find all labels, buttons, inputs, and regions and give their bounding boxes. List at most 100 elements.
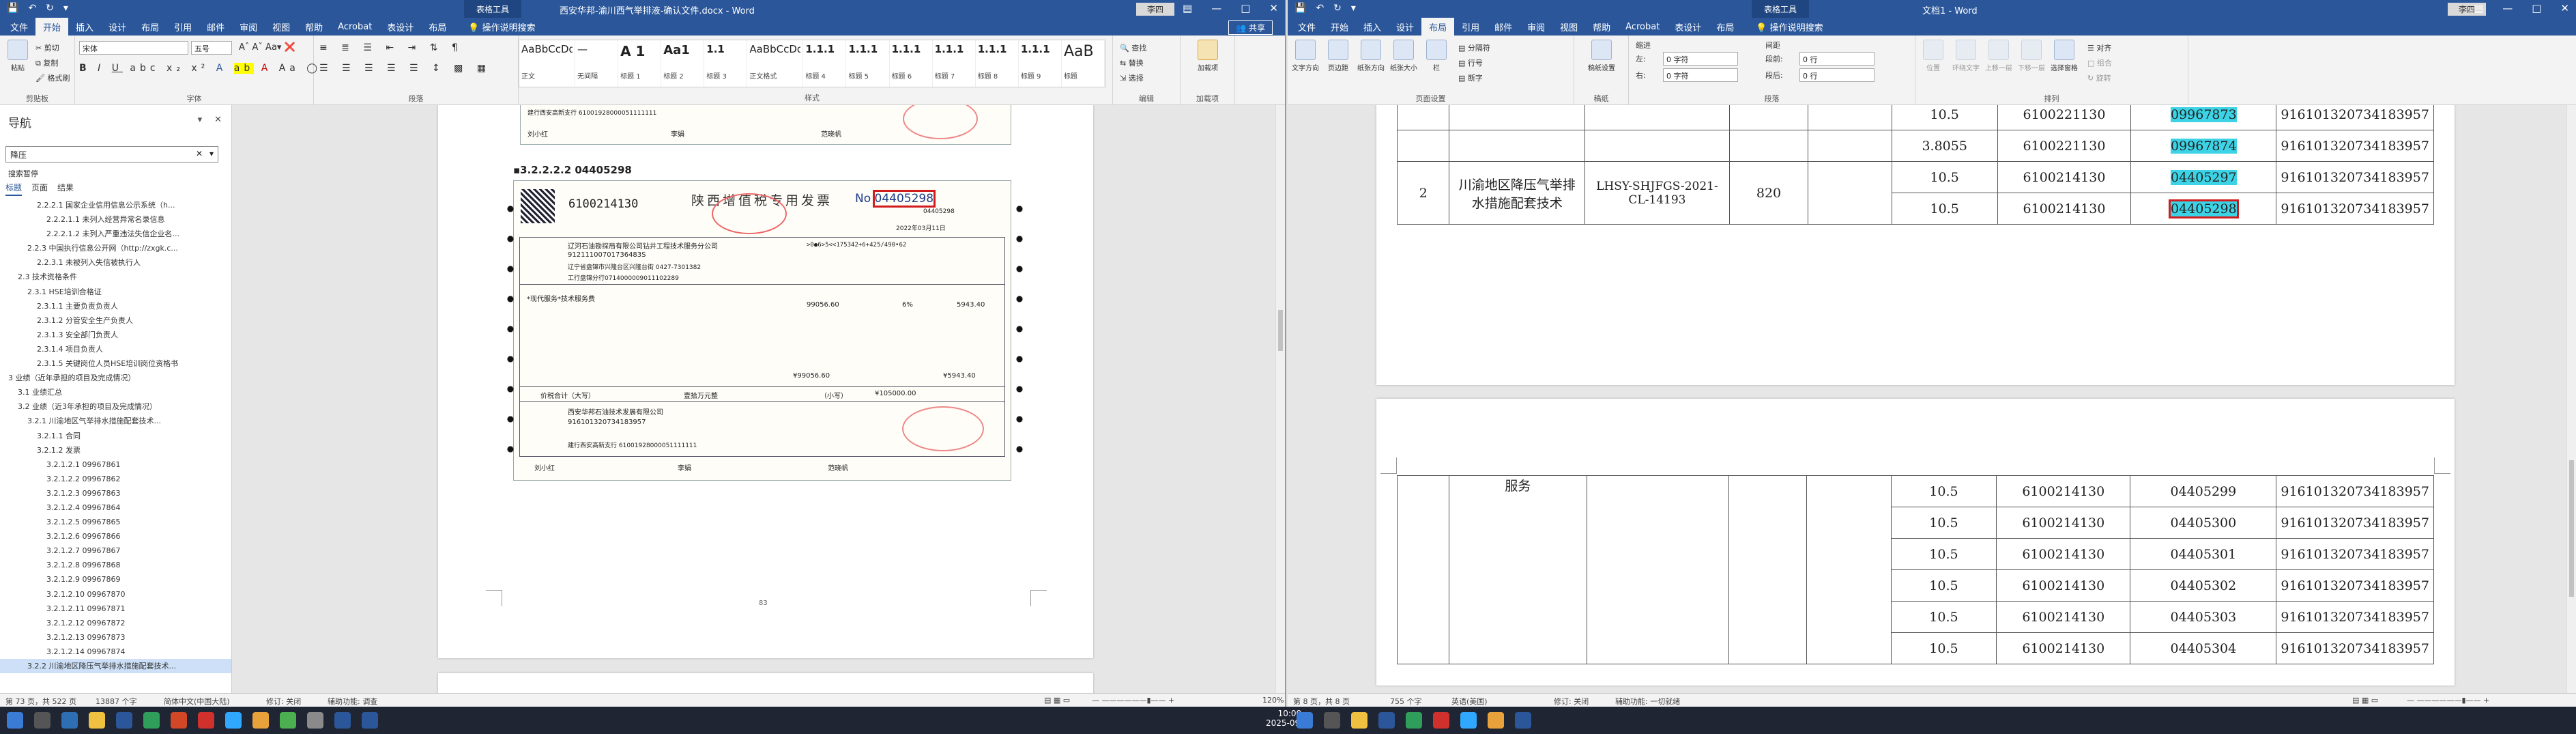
cell-invoice-code[interactable]: 6100214130 [1997,161,2132,193]
style-item[interactable]: AaBbCcDd 正文 [519,40,575,87]
zoom-slider[interactable]: — ——————▮—— + [2407,696,2489,705]
nav-heading-item[interactable]: 3.2.1.2.9 09967869 [0,572,231,587]
tab-mailings[interactable]: 邮件 [199,18,232,36]
grow-font-button[interactable]: Aˆ Aˇ Aa▾ ❌ [239,42,295,53]
share-button[interactable]: 👥 共享 [1228,20,1273,35]
scroll-thumb[interactable] [1278,310,1283,351]
spacing-before-input[interactable]: 0 行 [1799,52,1875,66]
tab-table-layout[interactable]: 布局 [421,18,454,36]
undo-icon[interactable]: ↶ [1316,3,1324,14]
send-backward-button[interactable]: 下移一层 [2016,40,2046,72]
cell-tax-id[interactable]: 916101320734183957 [2276,569,2434,602]
nav-heading-item[interactable]: 3.2.1.2.1 09967861 [0,457,231,472]
tab-layout[interactable]: 布局 [1421,17,1455,36]
nav-heading-item[interactable]: 3.2.1.2.14 09967874 [0,645,231,659]
save-icon[interactable]: 💾 [1294,3,1306,14]
cell-project-cont[interactable]: 服务 [1449,475,1587,664]
browser-icon[interactable] [252,712,269,729]
language[interactable]: 英语(美国) [1451,696,1488,707]
ribbon-display-icon[interactable]: ▤ [1183,2,1192,14]
cell-invoice-code[interactable]: 6100221130 [1997,105,2132,130]
language[interactable]: 简体中文(中国大陆) [164,696,230,707]
tab-insert[interactable]: 插入 [1356,18,1389,36]
tab-references[interactable]: 引用 [167,18,199,36]
group-button[interactable]: □ 组合 [2087,57,2112,68]
tab-insert[interactable]: 插入 [68,18,101,36]
cell-invoice-code[interactable]: 6100214130 [1996,601,2131,633]
style-item[interactable]: 1.1 标题 3 [704,40,748,87]
save-icon[interactable]: 💾 [7,3,18,14]
section-heading[interactable]: ▪3.2.2.2.2 04405298 [513,164,632,176]
invoice-image[interactable]: 6100214130 陕西增值税专用发票 No 04405298 0440529… [513,180,1011,481]
tab-home[interactable]: 开始 [1323,18,1356,36]
cell-tax-id[interactable]: 916101320734183957 [2276,632,2434,664]
tab-mailings[interactable]: 邮件 [1487,18,1520,36]
photoshop-icon[interactable] [225,712,242,729]
acrobat-icon[interactable] [198,712,214,729]
orientation-button[interactable]: 纸张方向 [1356,40,1386,72]
nav-close-icon[interactable]: ✕ [214,115,222,125]
align-buttons[interactable]: ☰ ☰ ☰ ☰ ☰ ↕ ▩ ▦ [319,63,491,74]
cell-contract[interactable]: LHSY-SHJFGS-2021-CL-14193 [1584,161,1730,225]
nav-heading-item[interactable]: 3.2.1.2.2 09967862 [0,472,231,486]
vertical-scrollbar[interactable] [2566,105,2576,707]
word-window-icon[interactable] [1515,712,1531,729]
text-direction-button[interactable]: 文字方向 [1290,40,1320,72]
nav-heading-item[interactable]: 2.3.1.3 安全部门负责人 [0,328,231,342]
wechat-icon[interactable] [280,712,296,729]
tab-home[interactable]: 开始 [35,17,69,36]
cell-invoice-code[interactable]: 6100214130 [1996,507,2131,539]
maximize-icon[interactable]: □ [1241,2,1250,14]
word-window-icon[interactable] [362,712,378,729]
format-painter-button[interactable]: 🖌 格式刷 [35,72,70,83]
nav-tab-pages[interactable]: 页面 [31,182,48,196]
accessibility[interactable]: 辅助功能: 调查 [328,696,377,707]
cell-amount[interactable]: 10.5 [1890,538,1997,570]
nav-heading-item[interactable]: 3.2.1.1 合同 [0,429,231,443]
tab-table-layout[interactable]: 布局 [1709,18,1741,36]
size-button[interactable]: 纸张大小 [1389,40,1419,72]
cell-invoice-no[interactable]: 09967874 [2130,130,2277,162]
vertical-scrollbar[interactable] [1275,105,1285,707]
minimize-icon[interactable]: — [1211,2,1221,14]
align-button[interactable]: ☰ 对齐 [2087,42,2111,53]
nav-heading-item[interactable]: 3.2.1 川渝地区气举排水措施配套技术... [0,414,231,428]
start-icon[interactable] [7,712,23,729]
tab-help[interactable]: 帮助 [1585,18,1618,36]
style-item[interactable]: AaB 标题 [1062,40,1105,87]
wrap-text-button[interactable]: 环绕文字 [1951,40,1981,72]
view-buttons[interactable]: ▤ ▦ ▭ [1044,696,1070,705]
select-button[interactable]: ⇲ 选择 [1120,72,1144,83]
search-icon[interactable] [1324,712,1340,729]
cell-amount[interactable]: 10.5 [1891,161,1998,193]
cell-contract-amount[interactable]: 820 [1728,161,1809,225]
style-item[interactable]: 1.1.1 标题 7 [933,40,976,87]
customize-icon[interactable]: ▾ [63,3,68,14]
cell-amount[interactable]: 10.5 [1890,601,1997,633]
nav-heading-item[interactable]: 3.2.1.2.12 09967872 [0,616,231,630]
nav-options-icon[interactable]: ▾ [198,115,203,125]
list-buttons[interactable]: ≡ ≣ ☰ ⇤ ⇥ ⇅ ¶ [319,42,463,53]
tell-me-search[interactable]: 💡 操作说明搜索 [461,18,542,36]
track-changes[interactable]: 修订: 关闭 [266,696,301,707]
cell-tax-id[interactable]: 916101320734183957 [2276,507,2434,539]
nav-heading-item[interactable]: 3.2 业绩（近3年承担的项目及完成情况） [0,399,231,414]
redo-icon[interactable]: ↻ [46,3,54,14]
zoom-slider[interactable]: — ——————▮—— + [1092,696,1174,705]
nav-heading-item[interactable]: 3.2.1.2 发票 [0,443,231,457]
selection-pane-button[interactable]: 选择窗格 [2049,40,2079,72]
nav-heading-item[interactable]: 3.2.2 川渝地区降压气举排水措施配套技术... [0,659,231,674]
cell-tax-id[interactable]: 916101320734183957 [2276,130,2434,162]
indent-left-input[interactable]: 0 字符 [1663,52,1738,66]
cell-invoice-no[interactable]: 04405299 [2130,475,2277,507]
folder-icon[interactable] [1351,712,1367,729]
minimize-icon[interactable]: — [2502,2,2513,14]
tab-layout[interactable]: 布局 [134,18,167,36]
nav-heading-item[interactable]: 2.3.1.1 主要负责负责人 [0,299,231,313]
nav-heading-item[interactable]: 2.2.2.1.1 未列入经营异常名录信息 [0,212,231,227]
draft-settings-button[interactable]: 稿纸设置 [1587,40,1617,72]
cell-invoice-code[interactable]: 6100221130 [1997,130,2132,162]
font-name-box[interactable]: 宋体 [79,41,188,55]
replace-button[interactable]: ⇆ 替换 [1120,57,1144,68]
word-window-icon[interactable] [334,712,351,729]
